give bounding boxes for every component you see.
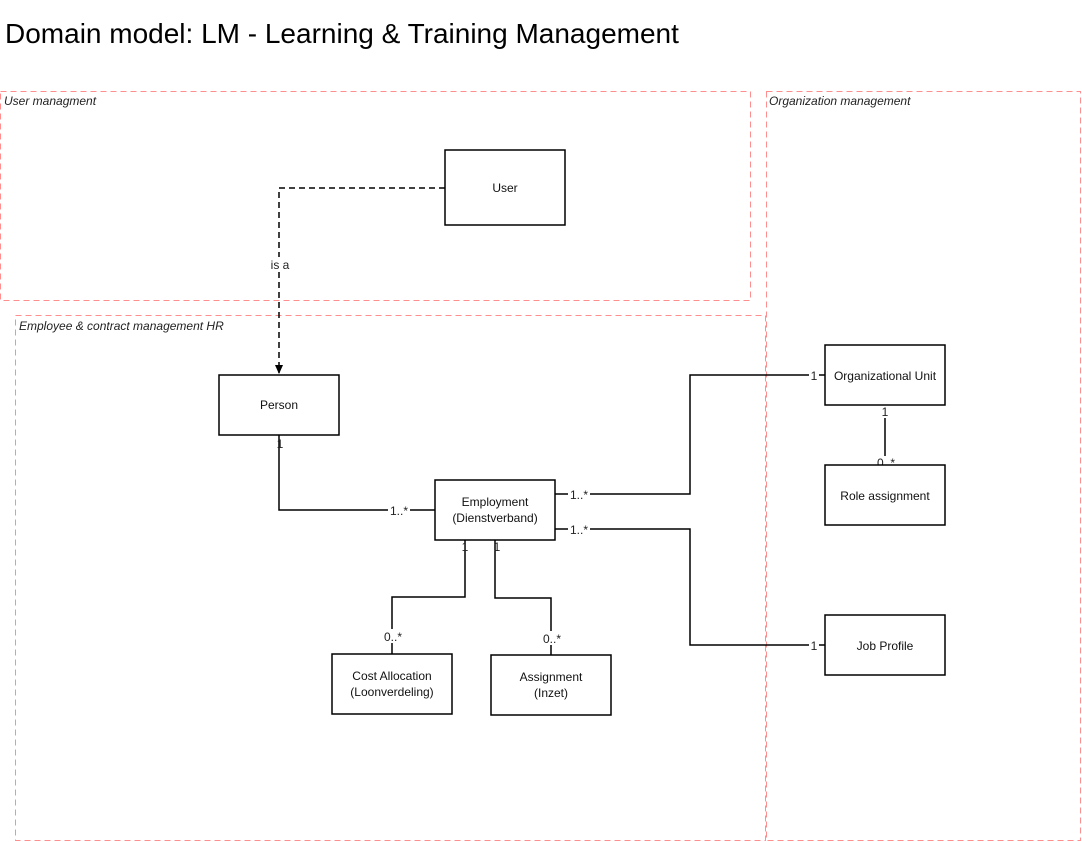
entity-job-profile[interactable]: Job Profile <box>824 614 946 676</box>
entity-label: User <box>492 181 517 195</box>
domain-diagram: User managment Organization management E… <box>0 91 1081 841</box>
multiplicity: 1..* <box>390 504 408 518</box>
entity-label: Employment <box>462 495 529 509</box>
edge-employment-orgunit: 1..* 1 <box>555 368 825 502</box>
multiplicity: 1..* <box>570 488 588 502</box>
multiplicity: 1 <box>494 540 501 554</box>
group-label: Employee & contract management HR <box>19 319 224 333</box>
entity-assignment[interactable]: Assignment (Inzet) <box>490 654 612 716</box>
group-label: User managment <box>4 94 97 108</box>
entity-label: Job Profile <box>857 639 914 653</box>
entity-cost-allocation[interactable]: Cost Allocation (Loonverdeling) <box>331 653 453 715</box>
group-user-management: User managment <box>0 91 751 301</box>
entity-employment[interactable]: Employment (Dienstverband) <box>434 479 556 541</box>
entity-person[interactable]: Person <box>218 374 340 436</box>
edge-orgunit-role: 1 0..* <box>875 405 897 470</box>
entity-label: Cost Allocation <box>352 669 431 683</box>
multiplicity: 1..* <box>570 523 588 537</box>
multiplicity: 1 <box>882 405 889 419</box>
entity-role-assignment[interactable]: Role assignment <box>824 464 946 526</box>
entity-sublabel: (Loonverdeling) <box>350 685 433 699</box>
edge-employment-cost: 1 0..* <box>382 540 469 654</box>
multiplicity: 1 <box>277 437 284 451</box>
edge-user-person: is a <box>266 187 445 374</box>
entity-label: Person <box>260 398 298 412</box>
entity-organizational-unit[interactable]: Organizational Unit <box>824 344 946 406</box>
group-label: Organization management <box>769 94 911 108</box>
edge-label: is a <box>271 258 290 272</box>
entity-sublabel: (Dienstverband) <box>452 511 537 525</box>
group-employee-contract-management: Employee & contract management HR <box>15 315 766 841</box>
multiplicity: 1 <box>462 540 469 554</box>
edge-employment-assignment: 1 0..* <box>494 540 563 655</box>
multiplicity: 0..* <box>384 630 402 644</box>
entity-sublabel: (Inzet) <box>534 686 568 700</box>
edge-person-employment: 1 1..* <box>277 435 435 518</box>
entity-label: Assignment <box>520 670 583 684</box>
entity-label: Organizational Unit <box>834 369 937 383</box>
multiplicity: 0..* <box>543 632 561 646</box>
entity-label: Role assignment <box>840 489 930 503</box>
edge-employment-jobprofile: 1..* 1 <box>555 522 825 653</box>
multiplicity: 1 <box>811 369 818 383</box>
multiplicity: 1 <box>811 639 818 653</box>
entity-user[interactable]: User <box>444 149 566 226</box>
